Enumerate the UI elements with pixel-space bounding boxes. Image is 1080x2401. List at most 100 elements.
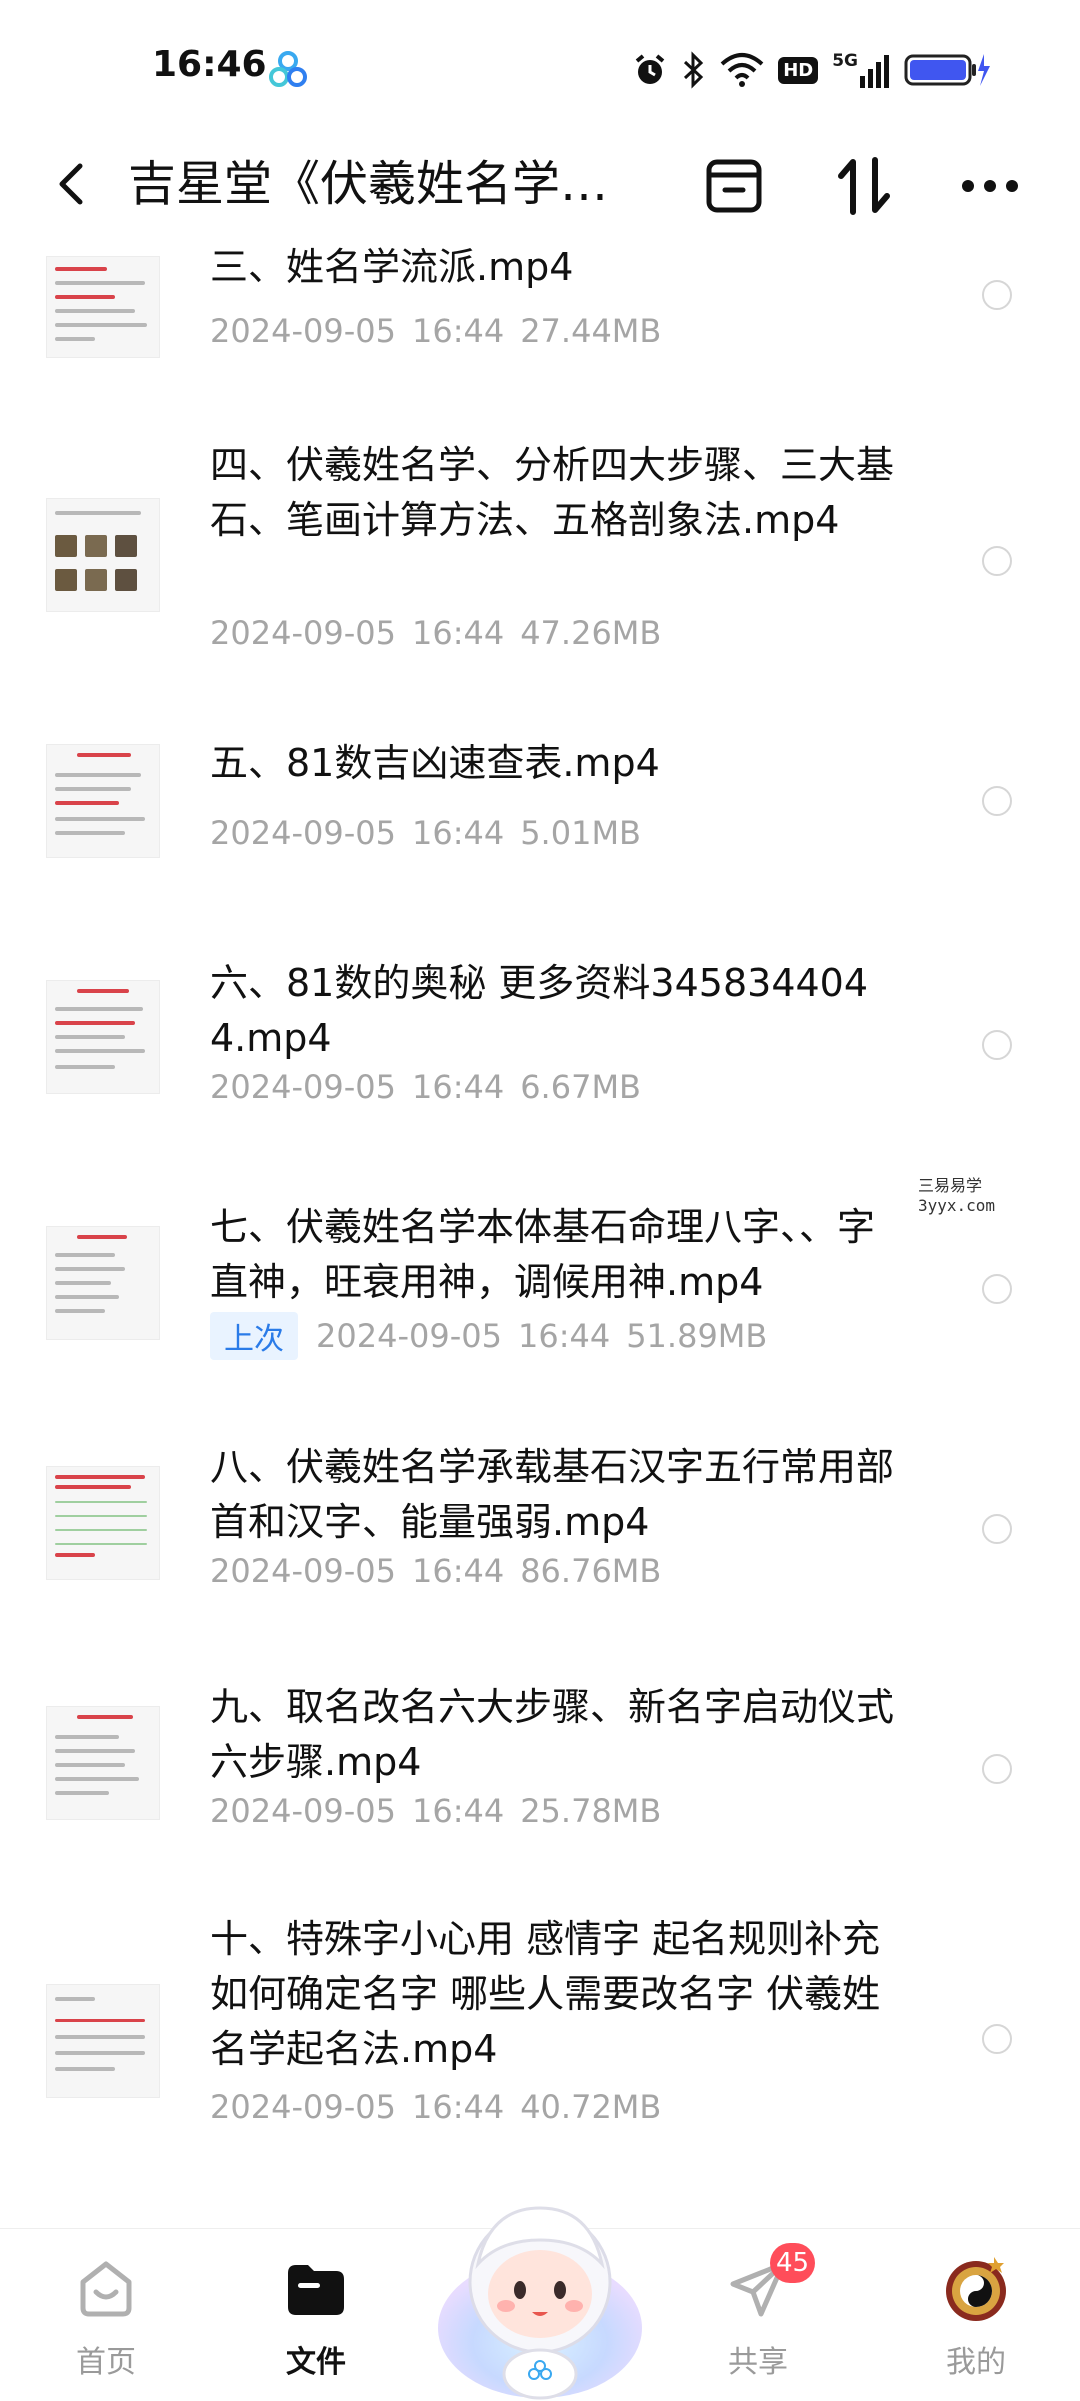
select-checkbox[interactable] [982,1274,1012,1304]
file-name: 八、伏羲姓名学承载基石汉字五行常用部首和汉字、能量强弱.mp4 [210,1445,895,1544]
file-meta: 2024-09-05 16:44 27.44MB [210,312,661,350]
nav-label: 我的 [946,2345,1006,2380]
nav-home[interactable]: 首页 [26,2249,186,2389]
file-name: 十、特殊字小心用 感情字 起名规则补充 如何确定名字 哪些人需要改名字 伏羲姓名… [210,1917,881,2071]
file-item[interactable]: 九、取名改名六大步骤、新名字启动仪式六步骤.mp4 2024-09-05 16:… [0,1672,1080,1872]
file-size: 25.78MB [520,1792,662,1830]
signal-icon [860,54,889,88]
battery-icon [904,54,990,86]
cloud-app-icon [269,51,307,87]
archive-box-icon [706,159,762,213]
file-meta: 2024-09-05 16:44 5.01MB [210,814,641,852]
folder-icon [288,2265,344,2315]
mascot-assistant-button[interactable] [430,2178,650,2400]
file-name: 四、伏羲姓名学、分析四大步骤、三大基石、笔画计算方法、五格剖象法.mp4 [210,443,895,542]
nav-label: 共享 [728,2345,788,2380]
video-thumbnail [46,1706,160,1820]
file-time: 16:44 [411,614,505,652]
back-button[interactable] [42,154,102,214]
file-size: 40.72MB [520,2088,662,2126]
avatar [946,2257,1006,2321]
file-item[interactable]: 十、特殊字小心用 感情字 起名规则补充 如何确定名字 哪些人需要改名字 伏羲姓名… [0,1912,1080,2172]
video-thumbnail [46,744,160,858]
select-checkbox[interactable] [982,2024,1012,2054]
file-time: 16:44 [411,1552,505,1590]
file-size: 86.76MB [520,1552,662,1590]
video-thumbnail [46,1984,160,2098]
video-thumbnail [46,1226,160,1340]
select-checkbox[interactable] [982,1514,1012,1544]
file-date: 2024-09-05 [210,1792,396,1830]
file-meta: 2024-09-05 16:44 40.72MB [210,2088,661,2126]
file-date: 2024-09-05 [210,1068,396,1106]
select-checkbox[interactable] [982,546,1012,576]
file-time: 16:44 [411,2088,505,2126]
watermark-line: 三易易学 [918,1176,983,1195]
file-item[interactable]: 四、伏羲姓名学、分析四大步骤、三大基石、笔画计算方法、五格剖象法.mp4 202… [0,432,1080,672]
wifi-icon [720,53,764,87]
file-time: 16:44 [411,1792,505,1830]
nav-files[interactable]: 文件 [236,2249,396,2389]
video-thumbnail [46,980,160,1094]
nav-mine[interactable]: 我的 [896,2249,1056,2389]
select-mode-button[interactable] [702,154,766,218]
file-time: 16:44 [411,814,505,852]
video-thumbnail [46,1466,160,1580]
sort-button[interactable] [832,154,896,218]
file-time: 16:44 [411,312,505,350]
hd-badge: HD [778,56,819,84]
file-date: 2024-09-05 [210,312,396,350]
file-date: 2024-09-05 [210,2088,396,2126]
signal-indicator: 5G [832,50,890,88]
file-list: 三、姓名学流派.mp4 2024-09-05 16:44 27.44MB 四、伏… [0,232,1080,2228]
status-icons: HD 5G [632,48,990,92]
file-name: 三、姓名学流派.mp4 [210,245,574,289]
last-played-tag: 上次 [210,1312,298,1360]
file-time: 16:44 [517,1317,611,1355]
watermark: 三易易学 3yyx.com [918,1176,995,1216]
alarm-icon [635,54,665,84]
file-size: 51.89MB [626,1317,768,1355]
watermark-line: 3yyx.com [918,1196,996,1215]
file-meta: 2024-09-05 16:44 86.76MB [210,1552,661,1590]
file-item[interactable]: 六、81数的奥秘 更多资料3458344044.mp4 2024-09-05 1… [0,952,1080,1152]
file-meta: 2024-09-05 16:44 6.67MB [210,1068,641,1106]
more-button[interactable] [958,154,1022,218]
file-time: 16:44 [411,1068,505,1106]
file-date: 2024-09-05 [210,1552,396,1590]
file-name: 五、81数吉凶速查表.mp4 [210,741,660,785]
chevron-left-icon [59,163,83,205]
file-name: 六、81数的奥秘 更多资料3458344044.mp4 [210,961,869,1060]
more-dots-icon [962,180,1018,192]
file-size: 5.01MB [520,814,641,852]
select-checkbox[interactable] [982,1030,1012,1060]
header-bar: 吉星堂《伏羲姓名学… [0,136,1080,232]
file-name: 七、伏羲姓名学本体基石命理八字、、字直神，旺衰用神，调候用神.mp4 [210,1205,876,1304]
select-checkbox[interactable] [982,1754,1012,1784]
video-thumbnail [46,498,160,612]
nav-share[interactable]: 45 共享 [678,2243,838,2389]
file-date: 2024-09-05 [210,614,396,652]
home-icon [80,2261,132,2317]
file-size: 6.67MB [520,1068,641,1106]
nav-label: 文件 [286,2345,346,2380]
file-item[interactable]: 三、姓名学流派.mp4 2024-09-05 16:44 27.44MB [0,232,1080,412]
file-item[interactable]: 五、81数吉凶速查表.mp4 2024-09-05 16:44 5.01MB [0,732,1080,912]
file-date: 2024-09-05 [316,1317,502,1355]
bluetooth-icon [684,51,704,89]
file-item[interactable]: 八、伏羲姓名学承载基石汉字五行常用部首和汉字、能量强弱.mp4 2024-09-… [0,1432,1080,1632]
network-type: 5G [832,50,858,71]
nav-label: 首页 [76,2345,136,2380]
video-thumbnail [46,256,160,358]
select-checkbox[interactable] [982,280,1012,310]
file-size: 47.26MB [520,614,662,652]
share-badge: 45 [770,2243,816,2283]
file-meta: 2024-09-05 16:44 47.26MB [210,614,661,652]
file-item[interactable]: 七、伏羲姓名学本体基石命理八字、、字直神，旺衰用神，调候用神.mp4 上次 20… [0,1192,1080,1392]
select-checkbox[interactable] [982,786,1012,816]
file-date: 2024-09-05 [210,814,396,852]
status-bar: 16:46 HD 5G [0,0,1080,136]
page-title: 吉星堂《伏羲姓名学… [128,156,609,212]
file-name: 九、取名改名六大步骤、新名字启动仪式六步骤.mp4 [210,1685,895,1784]
sort-arrows-icon [838,157,890,215]
